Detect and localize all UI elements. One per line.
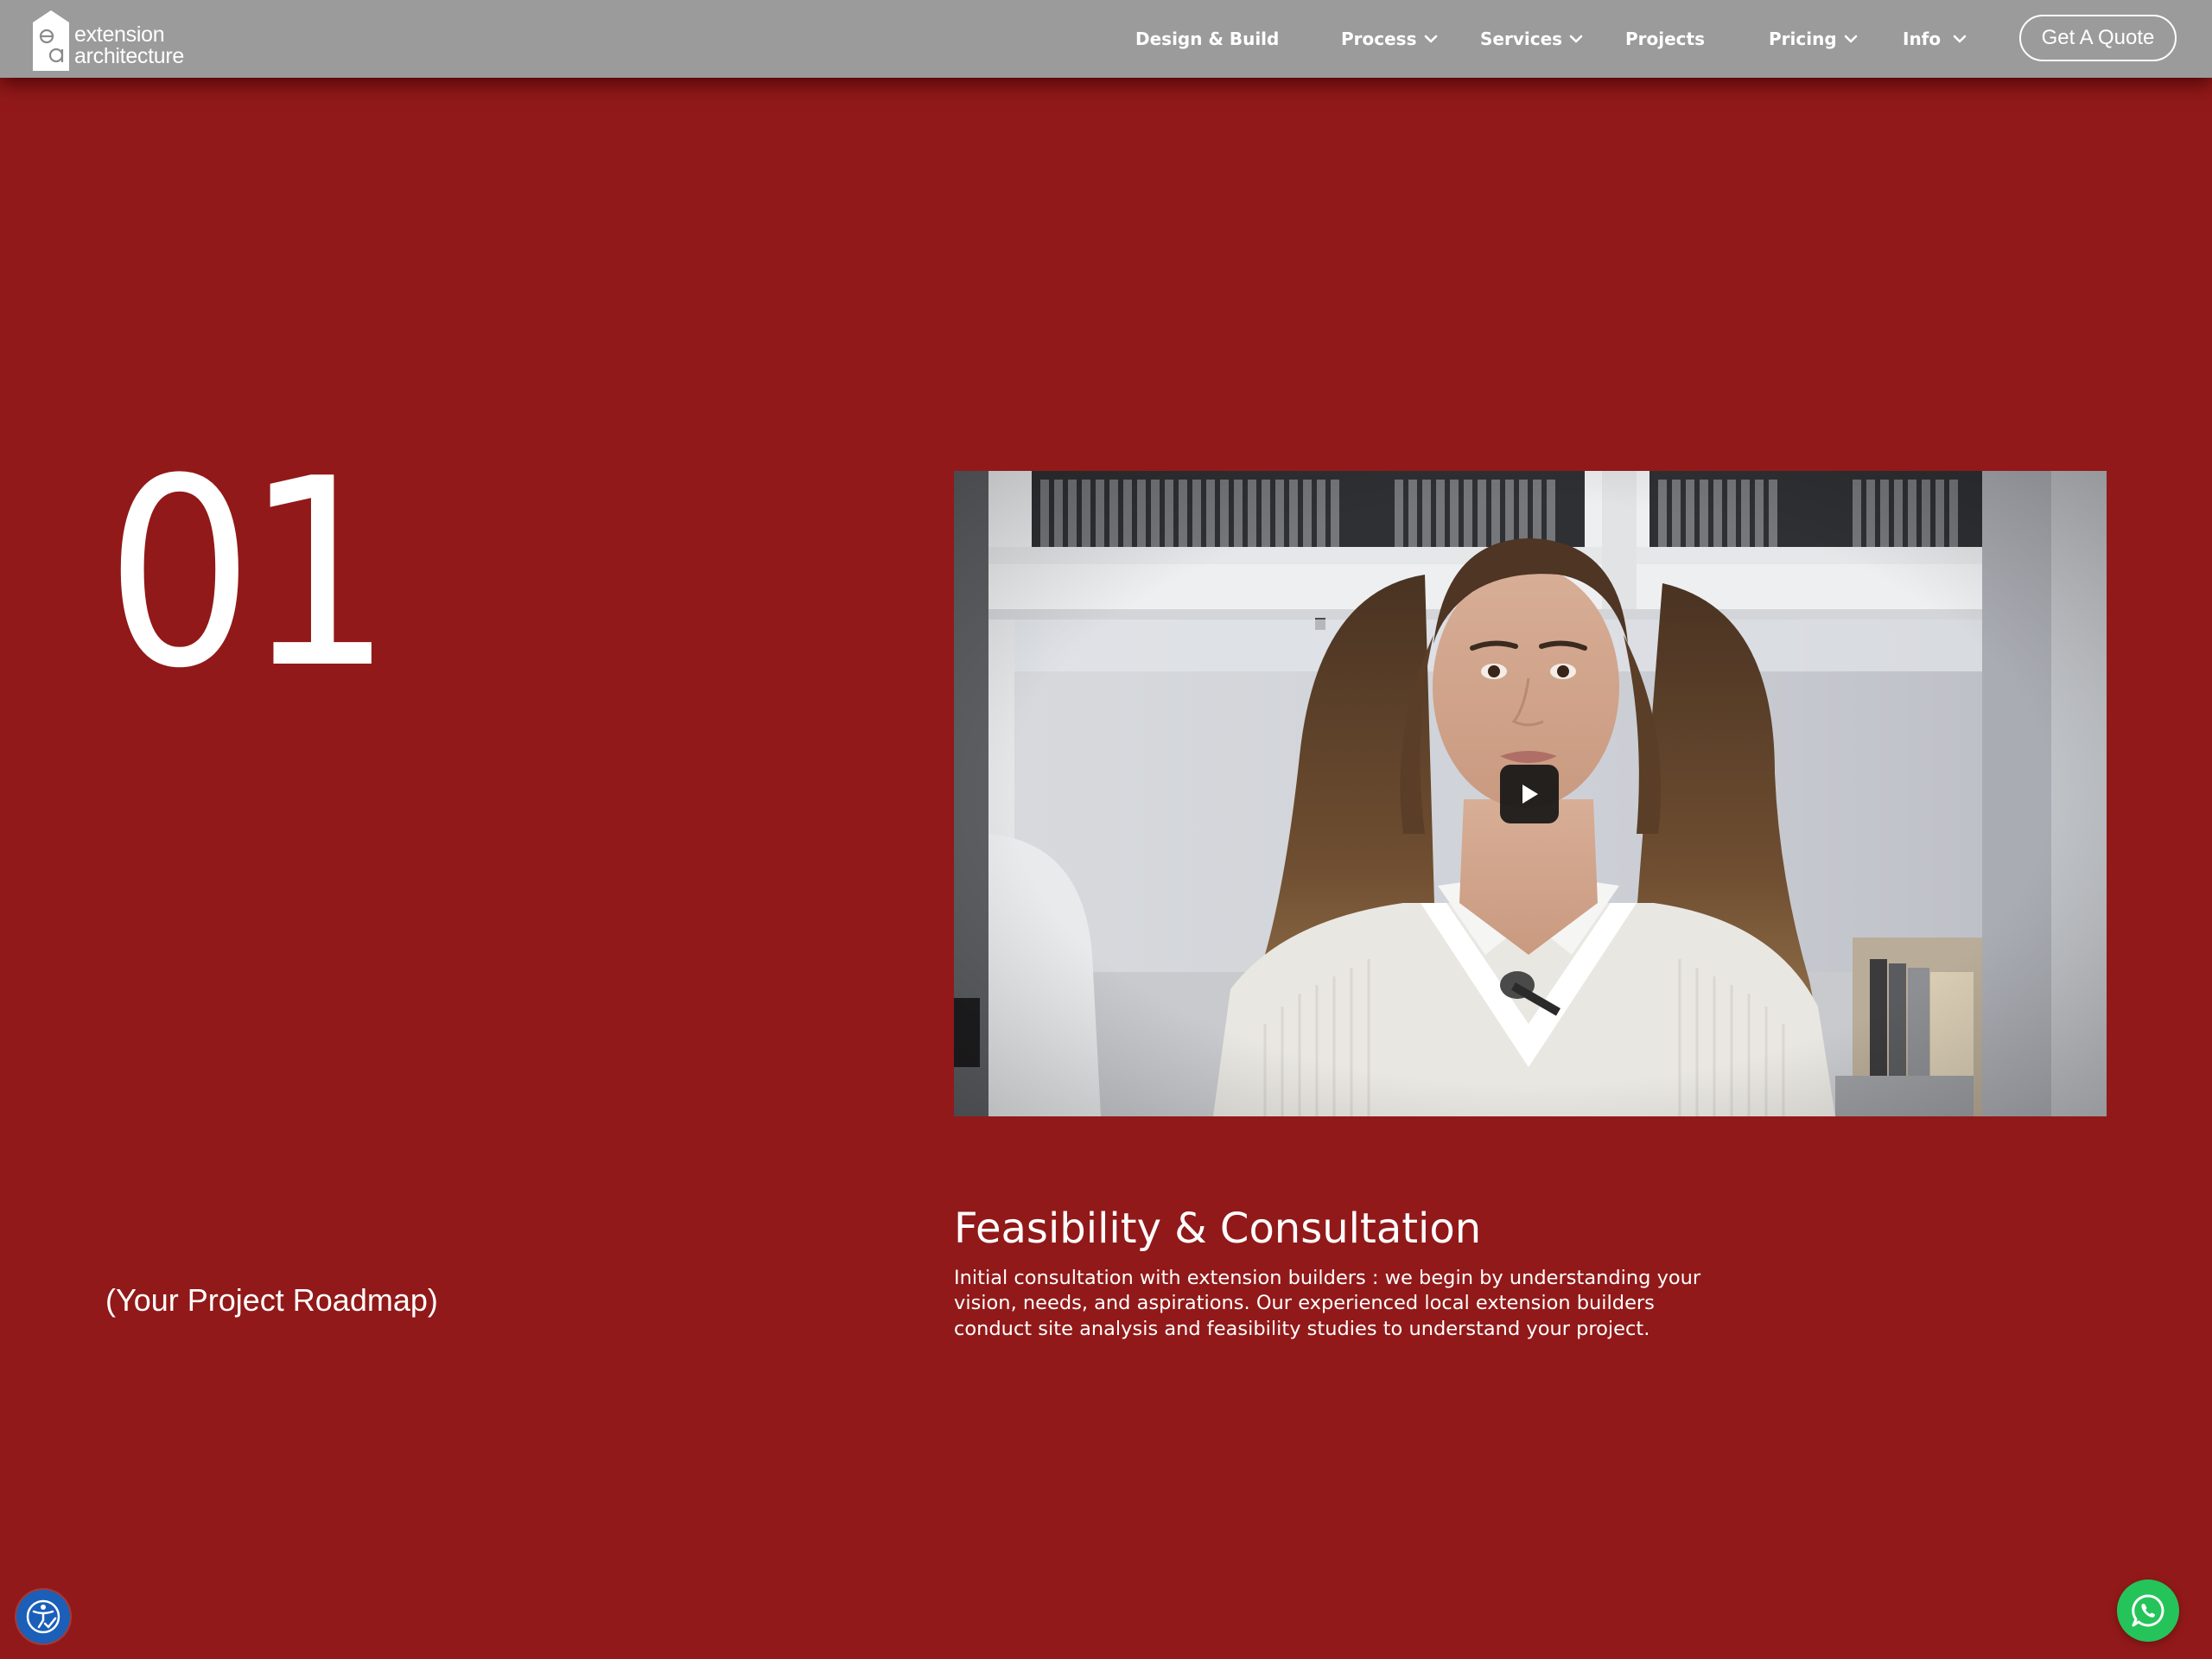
roadmap-label: (Your Project Roadmap) xyxy=(105,1282,438,1318)
chevron-down-icon xyxy=(1569,35,1583,43)
whatsapp-button[interactable] xyxy=(2117,1580,2179,1642)
accessibility-icon xyxy=(26,1599,60,1634)
step-number: 01 xyxy=(105,423,393,725)
chevron-down-icon xyxy=(1844,35,1857,43)
video-play-button[interactable] xyxy=(1500,765,1559,823)
get-a-quote-button[interactable]: Get A Quote xyxy=(2019,15,2177,61)
nav-item-pricing[interactable]: Pricing xyxy=(1769,26,1858,52)
step-title: Feasibility & Consultation xyxy=(954,1204,1482,1253)
nav-item-label: Process xyxy=(1341,29,1417,49)
chevron-down-icon xyxy=(1953,35,1967,43)
nav-item-label: Info xyxy=(1903,29,1942,49)
nav-item-services[interactable]: Services xyxy=(1480,26,1583,52)
nav-item-label: Design & Build xyxy=(1135,29,1280,49)
whatsapp-icon xyxy=(2132,1594,2164,1627)
step-description: Initial consultation with extension buil… xyxy=(954,1266,1701,1340)
nav-item-info[interactable]: Info xyxy=(1903,26,1967,52)
nav-item-design-build[interactable]: Design & Build xyxy=(1135,26,1279,52)
video-player[interactable] xyxy=(954,471,2107,1116)
nav-item-label: Services xyxy=(1480,29,1563,49)
play-icon xyxy=(1522,785,1538,804)
nav-item-projects[interactable]: Projects xyxy=(1625,26,1705,52)
nav-item-label: Projects xyxy=(1625,29,1706,49)
main-nav: Design & Build Process Services Projects… xyxy=(0,0,2212,78)
accessibility-button[interactable] xyxy=(16,1590,70,1643)
chevron-down-icon xyxy=(1424,35,1437,43)
site-header: extension architecture Design & Build Pr… xyxy=(0,0,2212,78)
nav-item-process[interactable]: Process xyxy=(1341,26,1438,52)
nav-item-label: Pricing xyxy=(1769,29,1837,49)
